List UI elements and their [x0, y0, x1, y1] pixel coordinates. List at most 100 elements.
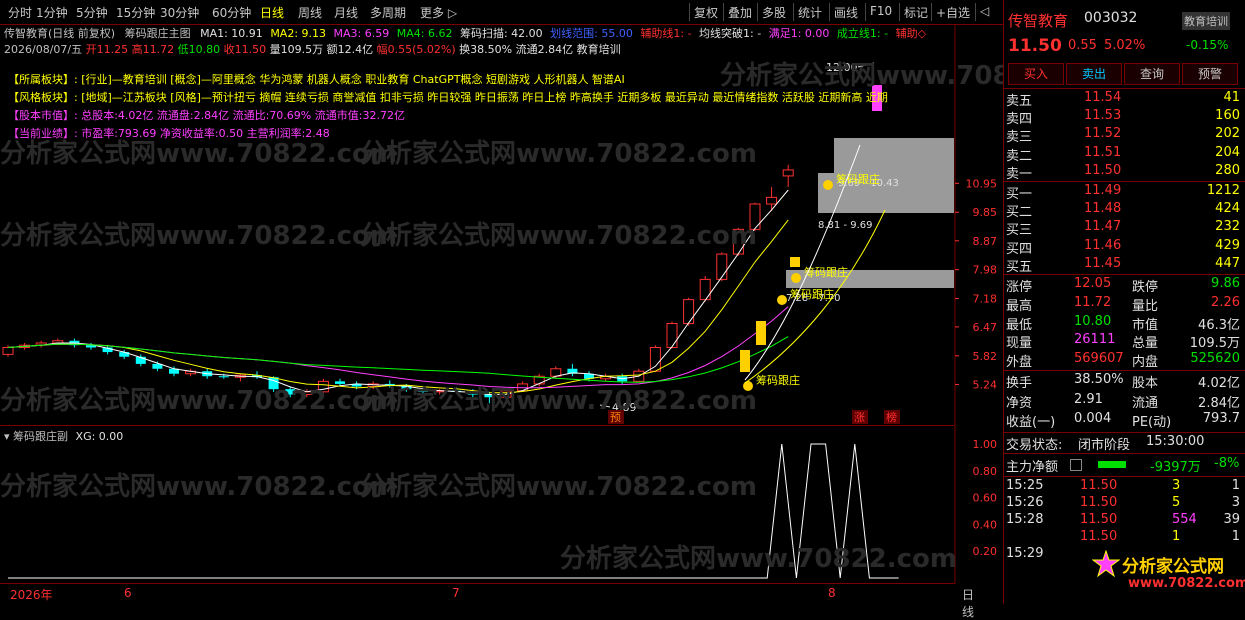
- period-tab-10[interactable]: 更多 ▷: [420, 4, 457, 21]
- svg-text:预: 预: [610, 411, 621, 424]
- event-badge[interactable]: 预: [608, 410, 624, 424]
- price-change: 0.55: [1068, 38, 1097, 53]
- stat-label: 最高: [1006, 298, 1033, 314]
- svg-text:筹码跟庄: 筹码跟庄: [836, 172, 880, 186]
- toolbar-action-8[interactable]: ◁: [980, 4, 989, 18]
- toolbar-action-6[interactable]: 标记: [904, 4, 928, 21]
- stat-row-2: 最低 10.80 市值 46.3亿: [1004, 314, 1245, 333]
- sell-level-label: 卖三: [1006, 130, 1033, 146]
- main-flow-pct: -8%: [1214, 456, 1240, 471]
- stat-value: 793.7: [1202, 411, 1240, 426]
- period-tab-9[interactable]: 多周期: [370, 4, 406, 21]
- stat-value: 0.004: [1074, 411, 1112, 426]
- sub-indicator-chart[interactable]: 1.00 0.80 0.60 0.40 0.20 ▾ 筹码跟庄副 XG: 0.00 分析…: [0, 425, 997, 584]
- buy-level-price: 11.45: [1084, 255, 1122, 271]
- buy-row-3: 买四 11.46 429: [1004, 237, 1245, 257]
- event-badge[interactable]: 涨: [852, 410, 868, 424]
- stat-value: 109.5万: [1189, 336, 1240, 352]
- sub-indicator-title[interactable]: 筹码跟庄副: [13, 430, 68, 443]
- toolbar-action-7[interactable]: +自选: [936, 4, 970, 21]
- ohlc-turnover: 换38.50%: [459, 43, 513, 56]
- stat2-row-0: 换手 38.50% 股本 4.02亿: [1004, 372, 1245, 391]
- performance-line: 【当前业绩】: 市盈率:793.69 净资收益率:0.50 主营利润率:2.48: [8, 125, 330, 141]
- toolbar-action-4[interactable]: 画线: [834, 4, 858, 21]
- sub-tick-2: 0.60: [973, 492, 998, 505]
- sell-level-volume: 204: [1215, 144, 1240, 160]
- sell-level-price: 11.54: [1084, 90, 1122, 105]
- sell-level-volume: 41: [1223, 90, 1240, 105]
- period-tab-5[interactable]: 60分钟: [212, 4, 251, 21]
- sell-row-0: 卖五 11.54 41: [1004, 90, 1245, 109]
- stat-value: 46.3亿: [1198, 317, 1240, 333]
- stat-label: 最低: [1006, 317, 1033, 333]
- ma1-value: MA1: 10.91: [200, 27, 263, 40]
- quote-panel: 传智教育 003032 教育培训 11.50 0.55 5.02% -0.15%…: [1003, 0, 1245, 604]
- price-tick-0: 10.95: [966, 177, 998, 190]
- main-kline-chart[interactable]: 10.95 9.85 8.87 7.98 7.18 6.47 5.82 5.24 9.69 - …: [0, 25, 1117, 425]
- event-badge[interactable]: 榜: [884, 410, 900, 424]
- candle: [749, 202, 761, 231]
- indicator-name[interactable]: 筹码跟庄主图: [125, 27, 191, 40]
- sub-indicator-svg: 1.00 0.80 0.60 0.40 0.20: [8, 426, 998, 584]
- main-flow-label[interactable]: 主力净额: [1006, 456, 1058, 475]
- tick-row-1: 15:26 11.50 5 3: [1004, 495, 1245, 513]
- ma2-value: MA2: 9.13: [270, 27, 327, 40]
- svg-text:榜: 榜: [886, 410, 897, 424]
- capital-line: 【股本市值】: 总股本:4.02亿 流通盘:2.84亿 流通比:70.69% 流…: [8, 107, 405, 123]
- sell-level-label: 卖一: [1006, 166, 1033, 182]
- collapse-icon[interactable]: ▾: [4, 430, 10, 443]
- style-text: [地域]—江苏板块 [风格]—预计扭亏 摘帽 连续亏损 商誉减值 扣非亏损 昨日…: [81, 91, 888, 104]
- candle: [666, 321, 678, 349]
- buy-level-volume: 429: [1215, 237, 1240, 253]
- toolbar-action-3[interactable]: 统计: [798, 4, 822, 21]
- period-tab-3[interactable]: 15分钟: [116, 4, 155, 21]
- ohlc-open: 开11.25: [85, 43, 129, 56]
- date-label-month-6: 6: [124, 586, 132, 600]
- chip-bar: [756, 321, 766, 345]
- candle: [699, 275, 711, 302]
- ohlc-amount: 额12.4亿: [326, 43, 374, 56]
- buy-button[interactable]: 买入: [1008, 63, 1064, 85]
- sell-button[interactable]: 卖出: [1066, 63, 1122, 85]
- period-tab-0[interactable]: 分时: [8, 4, 32, 21]
- stat2-row-2: 收益(一) 0.004 PE(动) 793.7: [1004, 411, 1245, 430]
- main-flow-icon[interactable]: [1070, 459, 1082, 471]
- buy-level-volume: 232: [1215, 219, 1240, 235]
- industry-badge[interactable]: 教育培训: [1182, 12, 1230, 30]
- tick-volume: 554: [1172, 512, 1197, 527]
- date-label-year: 2026年: [10, 588, 53, 602]
- toolbar-action-2[interactable]: 多股: [762, 4, 786, 21]
- buy-row-2: 买三 11.47 232: [1004, 219, 1245, 238]
- ohlc-date: 2026/08/07/五: [4, 43, 83, 56]
- svg-text:筹码跟庄: 筹码跟庄: [756, 373, 800, 387]
- stat-row-3: 现量 26111 总量 109.5万: [1004, 332, 1245, 352]
- candle: [766, 187, 778, 211]
- toolbar-action-1[interactable]: 叠加: [728, 4, 752, 21]
- period-tab-6[interactable]: 日线: [260, 4, 284, 21]
- toolbar-action-5[interactable]: F10: [870, 4, 892, 18]
- period-tab-8[interactable]: 月线: [334, 4, 358, 21]
- query-button[interactable]: 查询: [1124, 63, 1180, 85]
- stat-value: 2.84亿: [1198, 395, 1240, 411]
- period-tab-7[interactable]: 周线: [298, 4, 322, 21]
- period-tab-2[interactable]: 5分钟: [76, 4, 108, 21]
- main-flow-value: -9397万: [1150, 460, 1201, 475]
- capital-label: 【股本市值】:: [8, 109, 78, 122]
- alert-button[interactable]: 预警: [1182, 63, 1238, 85]
- chip-zone-0: [834, 138, 954, 174]
- stock-code: 003032: [1084, 10, 1138, 26]
- candle: [234, 373, 246, 382]
- stat-label: 流通: [1132, 395, 1159, 411]
- sell-level-label: 卖五: [1006, 94, 1033, 109]
- buy-level-label: 买五: [1006, 259, 1033, 275]
- period-tab-4[interactable]: 30分钟: [160, 4, 199, 21]
- period-tab-1[interactable]: 1分钟: [36, 4, 68, 21]
- performance-text: 市盈率:793.69 净资收益率:0.50 主营利润率:2.48: [81, 127, 330, 140]
- toolbar-action-0[interactable]: 复权: [694, 4, 718, 21]
- svg-text:涨: 涨: [854, 411, 865, 424]
- candle: [384, 380, 395, 388]
- buy-level-label: 买二: [1006, 205, 1033, 221]
- stock-name: 传智教育: [1008, 12, 1069, 30]
- sell-row-3: 卖二 11.51 204: [1004, 144, 1245, 164]
- period-label: 日线: [962, 588, 975, 619]
